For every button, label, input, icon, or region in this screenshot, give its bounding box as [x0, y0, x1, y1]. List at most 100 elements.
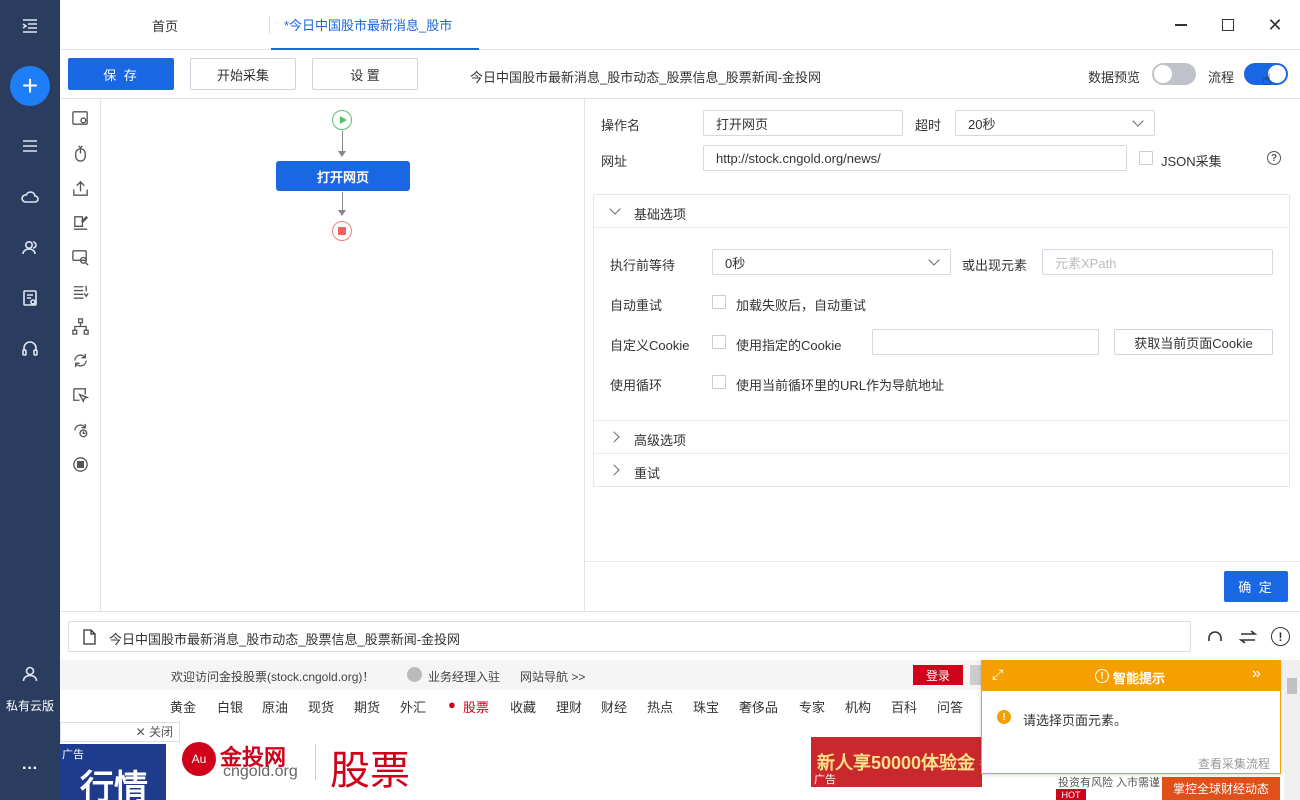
confirm-button[interactable]: 确 定: [1224, 571, 1288, 602]
new-task-button[interactable]: +: [10, 66, 50, 106]
data-preview-label: 数据预览: [1088, 70, 1141, 85]
nav-stocks[interactable]: 股票: [463, 697, 489, 716]
title-bar: 首页 *今日中国股市最新消息_股市 ✕: [60, 0, 1300, 50]
url-input[interactable]: http://stock.cngold.org/news/: [703, 145, 1127, 171]
custom-cookie-checkbox[interactable]: [712, 335, 726, 349]
switch-dropdown-tool-icon[interactable]: [68, 279, 92, 303]
manager-link[interactable]: 业务经理入驻: [428, 668, 500, 685]
advanced-options-header[interactable]: 高级选项: [634, 430, 686, 449]
url-label: 网址: [601, 154, 628, 169]
loop-tool-icon[interactable]: [68, 348, 92, 372]
scrollbar-thumb[interactable]: [1287, 678, 1297, 694]
open-page-tool-icon[interactable]: [68, 106, 92, 130]
nav-institutions[interactable]: 机构: [845, 697, 871, 716]
preview-scrollbar[interactable]: [1284, 660, 1300, 800]
wait-before-select[interactable]: 0秒: [712, 249, 951, 275]
view-flow-link[interactable]: 查看采集流程: [1198, 755, 1270, 772]
user-avatar-icon: [407, 667, 422, 682]
nav-oil[interactable]: 原油: [262, 697, 288, 716]
start-collect-button[interactable]: 开始采集: [190, 58, 296, 90]
maximize-button[interactable]: [1215, 12, 1241, 38]
cloud-icon[interactable]: [0, 179, 60, 215]
auto-retry-option: 加载失败后，自动重试: [736, 298, 867, 313]
json-collect-checkbox[interactable]: [1139, 151, 1153, 165]
nav-experts[interactable]: 专家: [799, 697, 825, 716]
input-text-tool-icon[interactable]: [68, 210, 92, 234]
timeout-select[interactable]: 20秒: [955, 110, 1155, 136]
wait-before-label: 执行前等待: [610, 258, 676, 273]
chevron-down-icon: [1132, 115, 1144, 127]
mouse-hover-tool-icon[interactable]: [68, 383, 92, 407]
users-icon[interactable]: [0, 230, 60, 266]
address-text: 今日中国股市最新消息_股市动态_股票信息_股票新闻-金投网: [109, 632, 461, 647]
task-list-icon[interactable]: [0, 128, 60, 164]
cookie-input[interactable]: [872, 329, 1099, 355]
close-window-button[interactable]: ✕: [1262, 12, 1288, 38]
flow-start-icon[interactable]: [332, 110, 352, 130]
help-icon[interactable]: ?: [1267, 151, 1281, 165]
get-cookie-button[interactable]: 获取当前页面Cookie: [1114, 329, 1273, 355]
condition-branch-tool-icon[interactable]: [68, 314, 92, 338]
close-ad-button[interactable]: ✕ 关闭: [60, 722, 180, 742]
global-finance-link[interactable]: 掌控全球财经动态: [1162, 777, 1280, 800]
tab-current-task[interactable]: *今日中国股市最新消息_股市: [271, 0, 479, 50]
section-divider: [594, 227, 1289, 228]
promo-ad[interactable]: 新人享50000体验金 券 广告: [811, 737, 982, 787]
collapse-panel-icon[interactable]: »: [1252, 665, 1261, 683]
smart-tip-panel: ⤢ ! 智能提示 » ! 请选择页面元素。 查看采集流程: [981, 660, 1281, 774]
op-name-input[interactable]: 打开网页: [703, 110, 903, 136]
basic-options-header[interactable]: 基础选项: [634, 204, 686, 223]
support-headset-icon[interactable]: [0, 331, 60, 367]
address-bar[interactable]: 今日中国股市最新消息_股市动态_股票信息_股票新闻-金投网: [68, 621, 1191, 652]
welcome-text: 欢迎访问金投股票(stock.cngold.org)！: [171, 670, 375, 684]
info-icon[interactable]: !: [1271, 627, 1290, 646]
captcha-tool-icon[interactable]: [68, 245, 92, 269]
data-report-icon[interactable]: [0, 280, 60, 316]
login-button[interactable]: 登录: [913, 665, 963, 685]
nav-spot[interactable]: 现货: [308, 697, 334, 716]
save-button[interactable]: 保 存: [68, 58, 174, 90]
settings-button[interactable]: 设 置: [312, 58, 418, 90]
nav-qa[interactable]: 问答: [937, 697, 963, 716]
use-loop-checkbox[interactable]: [712, 375, 726, 389]
nav-gold[interactable]: 黄金: [170, 697, 196, 716]
data-preview-toggle[interactable]: [1152, 63, 1196, 85]
expand-icon[interactable]: ⤢: [992, 666, 1003, 683]
auto-retry-checkbox[interactable]: [712, 295, 726, 309]
extract-data-tool-icon[interactable]: [68, 176, 92, 200]
page-title: 今日中国股市最新消息_股市动态_股票信息_股票新闻-金投网: [470, 70, 822, 85]
nav-luxury[interactable]: 奢侈品: [739, 697, 778, 716]
flow-end-icon[interactable]: [332, 221, 352, 241]
nav-collection[interactable]: 收藏: [510, 697, 536, 716]
end-loop-tool-icon[interactable]: [68, 452, 92, 476]
section-divider: [594, 453, 1289, 454]
nav-jewelry[interactable]: 珠宝: [693, 697, 719, 716]
flow-connector: [342, 192, 343, 212]
tab-home[interactable]: 首页: [100, 0, 230, 50]
tip-message: 请选择页面元素。: [1023, 713, 1128, 728]
xpath-input[interactable]: 元素XPath: [1042, 249, 1273, 275]
nav-wiki[interactable]: 百科: [891, 697, 917, 716]
flow-node-open-page[interactable]: 打开网页: [276, 161, 410, 191]
nav-hot[interactable]: 热点: [647, 697, 673, 716]
page-icon: [83, 629, 96, 645]
custom-cookie-option: 使用指定的Cookie: [736, 338, 842, 353]
retry-section-header[interactable]: 重试: [634, 463, 660, 482]
switch-arrows-icon[interactable]: [1238, 627, 1258, 647]
nav-futures[interactable]: 期货: [354, 697, 380, 716]
market-ad[interactable]: 广告 行情: [60, 744, 166, 800]
click-element-tool-icon[interactable]: [68, 141, 92, 165]
site-nav-link[interactable]: 网站导航 >>: [520, 668, 585, 685]
refresh-icon[interactable]: [1205, 627, 1225, 647]
use-loop-label: 使用循环: [610, 378, 663, 393]
more-icon[interactable]: ···: [0, 760, 60, 778]
nav-forex[interactable]: 外汇: [400, 697, 426, 716]
menu-collapse-icon[interactable]: [0, 8, 60, 44]
nav-finance-mgmt[interactable]: 理财: [556, 697, 582, 716]
nav-economy[interactable]: 财经: [601, 697, 627, 716]
wait-tool-icon[interactable]: [68, 418, 92, 442]
minimize-button[interactable]: [1168, 12, 1194, 38]
flow-arrow: [338, 210, 346, 216]
user-account-icon[interactable]: [0, 656, 60, 692]
nav-silver[interactable]: 白银: [217, 697, 243, 716]
